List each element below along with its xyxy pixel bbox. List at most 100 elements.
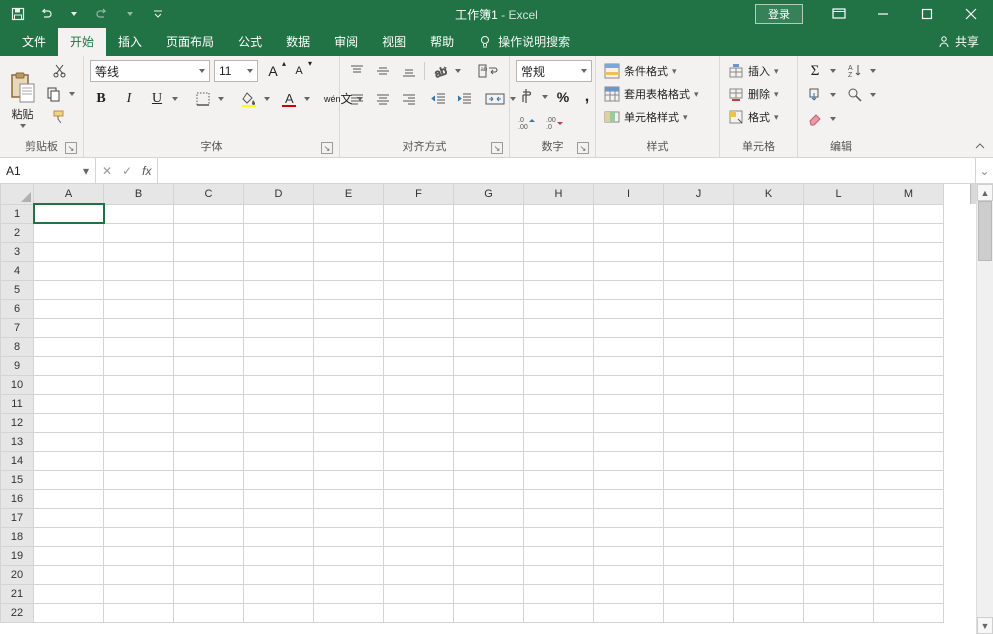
cell-styles-button[interactable]: 单元格样式▾ — [602, 106, 701, 128]
cell[interactable] — [524, 299, 594, 318]
column-header[interactable]: B — [104, 184, 174, 204]
cell[interactable] — [454, 508, 524, 527]
orientation-dropdown[interactable] — [453, 69, 463, 73]
save-button[interactable] — [6, 2, 30, 26]
autosum-dropdown[interactable] — [828, 69, 838, 73]
cell[interactable] — [664, 223, 734, 242]
cell[interactable] — [314, 546, 384, 565]
fill-color-button[interactable] — [238, 88, 260, 110]
cell[interactable] — [174, 261, 244, 280]
ribbon-display-button[interactable] — [817, 0, 861, 28]
tab-data[interactable]: 数据 — [274, 28, 322, 56]
cell[interactable] — [594, 413, 664, 432]
cell[interactable] — [664, 394, 734, 413]
fill-button[interactable] — [804, 84, 826, 106]
tab-page-layout[interactable]: 页面布局 — [154, 28, 226, 56]
cell[interactable] — [874, 565, 944, 584]
row-header[interactable]: 14 — [1, 451, 34, 470]
format-painter-button[interactable] — [43, 106, 77, 128]
cell[interactable] — [524, 565, 594, 584]
comma-button[interactable]: , — [576, 86, 598, 108]
cell[interactable] — [664, 451, 734, 470]
cell[interactable] — [314, 356, 384, 375]
row-header[interactable]: 8 — [1, 337, 34, 356]
cell[interactable] — [174, 356, 244, 375]
cell[interactable] — [594, 584, 664, 603]
cell[interactable] — [34, 394, 104, 413]
row-header[interactable]: 1 — [1, 204, 34, 223]
cell[interactable] — [454, 204, 524, 223]
font-size-combo[interactable]: 11 — [214, 60, 258, 82]
cell[interactable] — [174, 527, 244, 546]
sort-filter-button[interactable]: AZ — [844, 60, 866, 82]
cell[interactable] — [804, 565, 874, 584]
row-header[interactable]: 11 — [1, 394, 34, 413]
cell[interactable] — [524, 489, 594, 508]
minimize-button[interactable] — [861, 0, 905, 28]
tab-help[interactable]: 帮助 — [418, 28, 466, 56]
cell[interactable] — [104, 546, 174, 565]
cell[interactable] — [314, 299, 384, 318]
cell[interactable] — [734, 318, 804, 337]
cell[interactable] — [244, 451, 314, 470]
cell[interactable] — [34, 451, 104, 470]
cell[interactable] — [34, 603, 104, 622]
cell[interactable] — [34, 318, 104, 337]
cell[interactable] — [594, 223, 664, 242]
cell[interactable] — [594, 394, 664, 413]
orientation-button[interactable]: ab — [429, 60, 451, 82]
cell[interactable] — [104, 394, 174, 413]
cell[interactable] — [594, 451, 664, 470]
cell[interactable] — [244, 375, 314, 394]
cell[interactable] — [34, 280, 104, 299]
maximize-button[interactable] — [905, 0, 949, 28]
cell[interactable] — [454, 394, 524, 413]
cell[interactable] — [34, 356, 104, 375]
cell[interactable] — [454, 356, 524, 375]
cell[interactable] — [454, 280, 524, 299]
cell[interactable] — [384, 242, 454, 261]
cell[interactable] — [664, 280, 734, 299]
cell[interactable] — [244, 508, 314, 527]
row-header[interactable]: 13 — [1, 432, 34, 451]
row-header[interactable]: 20 — [1, 565, 34, 584]
cell[interactable] — [734, 546, 804, 565]
cell[interactable] — [874, 413, 944, 432]
cell[interactable] — [804, 413, 874, 432]
cell[interactable] — [104, 318, 174, 337]
tab-home[interactable]: 开始 — [58, 28, 106, 56]
cell[interactable] — [664, 204, 734, 223]
cell[interactable] — [874, 356, 944, 375]
cell[interactable] — [664, 584, 734, 603]
cell[interactable] — [664, 527, 734, 546]
cell[interactable] — [804, 603, 874, 622]
cell[interactable] — [874, 508, 944, 527]
cell[interactable] — [34, 223, 104, 242]
cell[interactable] — [104, 508, 174, 527]
cell[interactable] — [664, 565, 734, 584]
column-header[interactable]: F — [384, 184, 454, 204]
accounting-dropdown[interactable] — [540, 95, 550, 99]
cell[interactable] — [244, 546, 314, 565]
cell[interactable] — [244, 261, 314, 280]
cell[interactable] — [314, 565, 384, 584]
cell[interactable] — [804, 527, 874, 546]
cell[interactable] — [174, 432, 244, 451]
cell[interactable] — [734, 223, 804, 242]
increase-font-button[interactable]: A▴ — [262, 60, 284, 82]
bold-button[interactable]: B — [90, 88, 112, 110]
cell[interactable] — [594, 280, 664, 299]
tab-file[interactable]: 文件 — [10, 28, 58, 56]
row-header[interactable]: 17 — [1, 508, 34, 527]
cell[interactable] — [454, 299, 524, 318]
cell[interactable] — [454, 261, 524, 280]
row-header[interactable]: 4 — [1, 261, 34, 280]
cell[interactable] — [664, 261, 734, 280]
cell[interactable] — [734, 603, 804, 622]
cell[interactable] — [314, 223, 384, 242]
cell[interactable] — [734, 470, 804, 489]
share-button[interactable]: 共享 — [937, 33, 979, 56]
cell[interactable] — [874, 318, 944, 337]
collapse-ribbon-button[interactable] — [973, 139, 987, 153]
cell[interactable] — [524, 527, 594, 546]
